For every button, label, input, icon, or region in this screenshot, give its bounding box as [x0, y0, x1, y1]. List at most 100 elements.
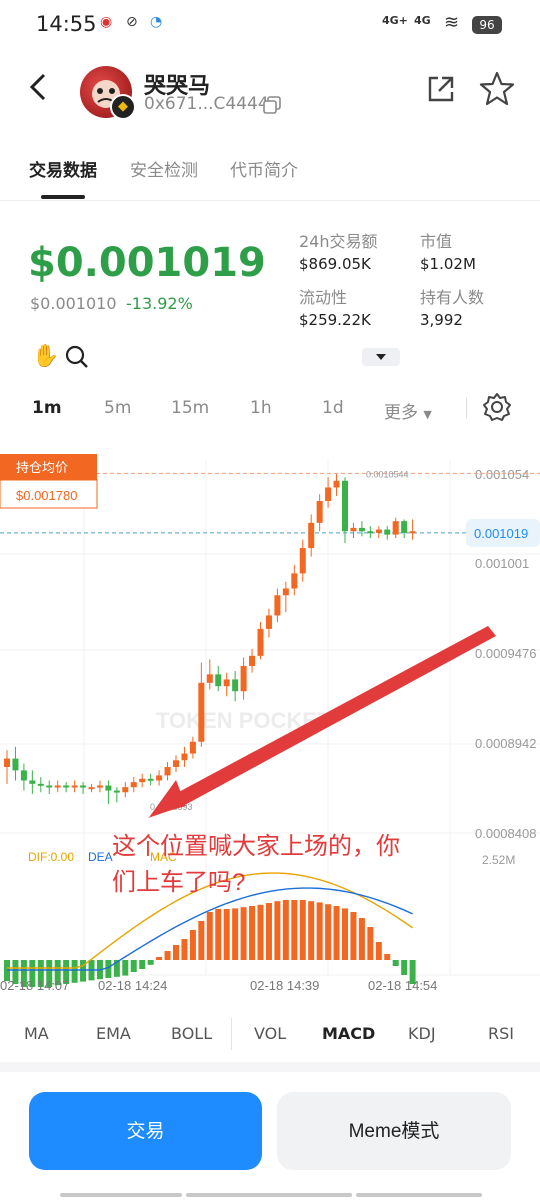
- tab-security-check[interactable]: 安全检测: [130, 156, 198, 181]
- current-price: $0.001019: [28, 240, 266, 286]
- candle: [282, 588, 289, 596]
- macd-bar: [350, 912, 357, 960]
- chevron-left-icon: [29, 73, 46, 101]
- candle: [316, 500, 323, 523]
- section-divider: [0, 1062, 540, 1072]
- candle: [173, 760, 179, 767]
- candle: [265, 615, 272, 629]
- timeframe-1d[interactable]: 1d: [322, 398, 344, 418]
- indicator-ema[interactable]: EMA: [96, 1024, 131, 1043]
- copy-icon[interactable]: [263, 96, 281, 118]
- candle: [384, 529, 391, 535]
- tab-trade-data[interactable]: 交易数据: [29, 156, 97, 181]
- macd-bar: [367, 927, 374, 960]
- meme-mode-button[interactable]: Meme模式: [277, 1092, 511, 1170]
- candle: [401, 521, 408, 533]
- favorite-star-icon[interactable]: [478, 70, 516, 112]
- candle: [232, 679, 239, 692]
- macd-bar: [316, 902, 323, 960]
- macd-bar: [206, 912, 213, 960]
- macd-bar: [308, 901, 315, 960]
- macd-bar: [291, 900, 298, 960]
- candle: [37, 783, 44, 786]
- macd-bar: [198, 921, 205, 960]
- candle: [164, 766, 171, 776]
- candle: [12, 758, 19, 771]
- candle: [4, 758, 10, 767]
- y-axis-tick-label: 0.0008408: [475, 826, 536, 841]
- macd-bar: [342, 908, 348, 960]
- candle: [46, 785, 53, 788]
- macd-bar: [189, 930, 196, 960]
- candle: [215, 674, 222, 687]
- chain-badge-icon: ◆: [110, 94, 136, 120]
- candle: [181, 753, 188, 761]
- back-button[interactable]: [28, 72, 48, 108]
- divider: [231, 1018, 232, 1050]
- macd-bar: [130, 960, 137, 972]
- x-axis-tick-label: 02-18 14:24: [98, 978, 167, 993]
- chart-settings-gear-icon[interactable]: [482, 392, 512, 426]
- caret-down-icon: [376, 354, 386, 360]
- candle: [88, 787, 95, 790]
- macd-bar: [105, 960, 112, 978]
- token-address: 0x671...C4444: [144, 94, 269, 114]
- indicator-kdj[interactable]: KDJ: [408, 1024, 436, 1043]
- nav-gesture-bar: [186, 1193, 352, 1197]
- search-icon[interactable]: [64, 344, 90, 374]
- macd-bar: [223, 909, 230, 960]
- sync-icon: ⊘: [126, 14, 138, 30]
- battery-indicator: 96: [472, 16, 502, 34]
- nav-gesture-bar: [60, 1193, 182, 1197]
- macd-dea-label: DEA: [88, 850, 113, 864]
- candle: [198, 682, 205, 742]
- macd-bar: [181, 939, 188, 960]
- candle: [409, 531, 416, 534]
- current-price-tag-label: 0.001019: [474, 526, 528, 541]
- macd-bar: [375, 942, 382, 960]
- macd-bar: [257, 904, 264, 960]
- hand-wave-icon[interactable]: ✋: [32, 344, 59, 369]
- macd-bar: [249, 906, 256, 960]
- indicator-boll[interactable]: BOLL: [171, 1024, 212, 1043]
- indicator-rsi[interactable]: RSI: [488, 1024, 514, 1043]
- candle: [206, 674, 213, 683]
- candle: [333, 480, 340, 488]
- annotation-text-line1: 这个位置喊大家上场的，你: [112, 833, 400, 860]
- share-icon[interactable]: [424, 72, 458, 110]
- timeframe-1h[interactable]: 1h: [250, 398, 272, 418]
- wifi-icon: ≋: [444, 12, 460, 33]
- tab-token-intro[interactable]: 代币简介: [230, 156, 298, 181]
- avg-cost-label: 持仓均价: [16, 460, 68, 475]
- candle: [20, 770, 27, 781]
- y-axis-tick-label: 0.001001: [475, 556, 529, 571]
- timeframe-1m[interactable]: 1m: [32, 398, 62, 418]
- stat-value-marketcap: $1.02M: [420, 255, 476, 273]
- macd-bar: [164, 951, 171, 960]
- timeframe-more[interactable]: 更多 ▼: [384, 398, 432, 423]
- x-axis-tick-label: 02-18 14:39: [250, 978, 319, 993]
- trade-button[interactable]: 交易: [29, 1092, 262, 1170]
- price-chart[interactable]: TOKEN POCKET0.0010540.0010010.00094760.0…: [0, 450, 540, 1000]
- candle: [105, 785, 112, 791]
- candle: [54, 785, 61, 788]
- timeframe-15m[interactable]: 15m: [171, 398, 209, 418]
- macd-bar: [274, 901, 281, 960]
- candle: [299, 548, 306, 574]
- indicator-macd[interactable]: MACD: [322, 1024, 375, 1043]
- timeframe-5m[interactable]: 5m: [104, 398, 131, 418]
- stat-value-liquidity: $259.22K: [299, 311, 371, 329]
- candle: [122, 787, 129, 793]
- stat-label-liquidity: 流动性: [299, 288, 348, 307]
- candle: [223, 679, 230, 687]
- indicator-vol[interactable]: VOL: [254, 1024, 286, 1043]
- macd-bar: [71, 960, 78, 983]
- status-bar: 14:55 ◉ ⊘ ◔ 4G+ 4G ≋ 96: [0, 0, 540, 50]
- stat-label-holders: 持有人数: [420, 288, 485, 307]
- macd-bar: [325, 904, 332, 960]
- candle: [375, 529, 382, 533]
- indicator-ma[interactable]: MA: [24, 1024, 49, 1043]
- collapse-toggle[interactable]: [362, 348, 400, 366]
- nav-gesture-bar: [356, 1193, 482, 1197]
- macd-dif-label: DIF:0.00: [28, 850, 74, 864]
